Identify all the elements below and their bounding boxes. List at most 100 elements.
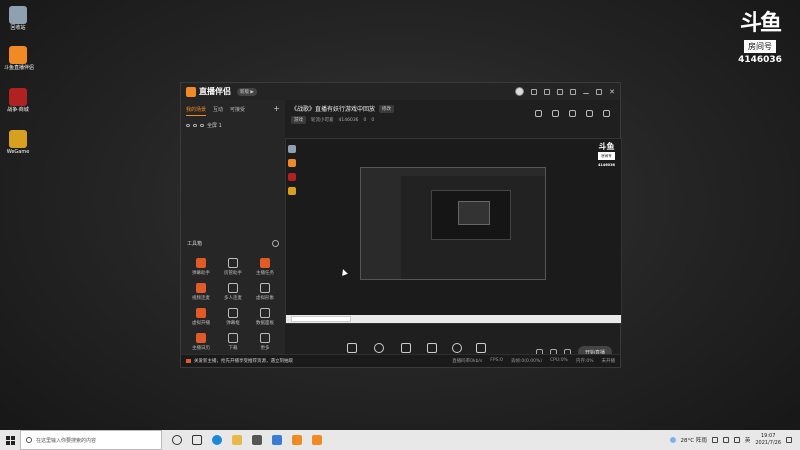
- windows-taskbar: 在这里输入你要搜索的内容 28°C 阵雨 英 19:07 2021/7/26: [0, 430, 800, 450]
- share-icon[interactable]: [603, 110, 610, 117]
- scene-name: 全屏 1: [207, 123, 222, 129]
- main-panel: 《战歌》直播有妖行游戏中回放 修改 游戏 轮流小可爱 4146036 0 0 斗…: [285, 100, 622, 367]
- tab-my-scenes[interactable]: 我的场景: [186, 106, 207, 116]
- mail-icon[interactable]: [272, 435, 282, 445]
- tab-accept[interactable]: 可接受: [230, 106, 245, 116]
- add-scene-icon[interactable]: +: [273, 105, 280, 116]
- version-badge[interactable]: 新版 ▶: [237, 87, 257, 96]
- tool-download[interactable]: 下载: [217, 333, 249, 351]
- app-brand: 直播伴侣 新版 ▶: [186, 86, 257, 97]
- bell-icon[interactable]: [586, 110, 593, 117]
- video-link-icon: [196, 283, 206, 293]
- clock[interactable]: 19:07 2021/7/26: [755, 433, 781, 447]
- room-number: 4146036: [738, 55, 782, 65]
- windows-icon: [5, 435, 15, 445]
- tool-more[interactable]: 更多: [249, 333, 281, 351]
- app-logo-icon: [186, 86, 196, 97]
- header-actions: [535, 110, 610, 117]
- camera-icon: [373, 343, 384, 353]
- preview-wegame-icon: [288, 187, 296, 195]
- shield-icon[interactable]: [557, 88, 564, 95]
- category-badge[interactable]: 游戏: [291, 116, 306, 124]
- cursor-icon: [340, 268, 348, 276]
- tab-interact[interactable]: 互动: [213, 106, 223, 116]
- refresh-icon[interactable]: [569, 110, 576, 117]
- preview-game-icon: [288, 173, 296, 181]
- more-tools-icon[interactable]: [272, 240, 279, 247]
- desktop-icon-douyu-assistant[interactable]: 斗鱼直播伴侣: [4, 46, 35, 72]
- notice-banner[interactable]: 关爱新主播，抢先开播享受推荐资源，遇立刻抽取: [186, 358, 293, 364]
- stream-preview[interactable]: 斗鱼 房间号 4146036: [285, 138, 622, 324]
- eye-icon[interactable]: [186, 124, 190, 127]
- fps-stat: FPS:0: [490, 358, 503, 363]
- phone-cast-icon: [400, 343, 411, 353]
- tool-calendar[interactable]: 主播日历: [185, 333, 217, 351]
- app-name: 直播伴侣: [199, 87, 231, 96]
- preview-nested-window: [360, 167, 546, 280]
- stream-stats: 直播码率0kb/s FPS:0 丢帧:0(0.00%) CPU:0% 内存:0%…: [452, 358, 615, 364]
- minimize-icon[interactable]: [583, 90, 590, 94]
- desktop-icon-label: 斗鱼直播伴侣: [4, 65, 35, 71]
- notice-text: 关爱新主播，抢先开播享受推荐资源，遇立刻抽取: [194, 359, 293, 364]
- media-icon: [427, 343, 438, 353]
- volume-icon[interactable]: [733, 437, 740, 443]
- task-view-icon[interactable]: [192, 435, 202, 445]
- desktop-icon-label: 回收站: [10, 25, 26, 31]
- skin-icon[interactable]: [544, 88, 551, 95]
- viewer-count: 0: [371, 117, 375, 123]
- announcement-icon: [186, 359, 191, 363]
- monitor-icon: [200, 124, 204, 127]
- douyu-taskbar-icon-2[interactable]: [312, 435, 322, 445]
- taskbar-search[interactable]: 在这里输入你要搜索的内容: [20, 430, 162, 450]
- menu-icon[interactable]: [570, 88, 577, 95]
- tool-danmu-box[interactable]: 弹幕框: [217, 308, 249, 326]
- maximize-icon[interactable]: [596, 88, 603, 95]
- close-icon[interactable]: ✕: [609, 88, 615, 95]
- chart-icon: [260, 308, 270, 318]
- network-icon[interactable]: [722, 437, 729, 443]
- desktop-icon-recycle-bin[interactable]: 回收站: [4, 6, 32, 32]
- toolbox-header: 工具箱: [187, 240, 279, 247]
- streamer-name: 轮流小可爱: [311, 118, 334, 123]
- desktop-icon-game-mall[interactable]: 战争·商城: [4, 88, 32, 114]
- cpu-stat: CPU:0%: [550, 358, 568, 363]
- dropped-frames-stat: 丢帧:0(0.00%): [510, 359, 543, 364]
- preview-desktop-icons: [288, 145, 298, 201]
- tool-video-link[interactable]: 视频连麦: [185, 283, 217, 301]
- douyu-watermark: 斗鱼 房间号 4146036: [730, 12, 790, 65]
- chevron-up-icon[interactable]: [711, 437, 718, 443]
- likes-count: 0: [363, 117, 367, 123]
- user-avatar[interactable]: [515, 87, 525, 96]
- edge-icon[interactable]: [212, 435, 222, 445]
- cortana-icon[interactable]: [172, 435, 182, 445]
- user-icon: [228, 258, 238, 268]
- virtual-icon: [196, 308, 206, 318]
- tool-danmu-assistant[interactable]: 弹幕助手: [185, 258, 217, 276]
- store-icon[interactable]: [252, 435, 262, 445]
- lock-icon[interactable]: [552, 110, 559, 117]
- message-icon[interactable]: [531, 88, 538, 95]
- preview-douyu-icon: [288, 159, 296, 167]
- weather-text[interactable]: 28°C 阵雨: [681, 436, 707, 444]
- file-explorer-icon[interactable]: [232, 435, 242, 445]
- tool-multi-link[interactable]: 多人连麦: [217, 283, 249, 301]
- scene-item[interactable]: 全屏 1: [181, 116, 285, 135]
- bitrate-stat: 直播码率0kb/s: [452, 359, 483, 364]
- desktop-icon-wegame[interactable]: WeGame: [4, 130, 32, 156]
- tool-virtual-live[interactable]: 虚拟开播: [185, 308, 217, 326]
- search-icon: [26, 437, 32, 443]
- douyu-taskbar-icon[interactable]: [292, 435, 302, 445]
- notification-icon[interactable]: [786, 437, 792, 443]
- tool-avatar[interactable]: 虚拟形象: [249, 283, 281, 301]
- tool-streamer-task[interactable]: 主播任务: [249, 258, 281, 276]
- preview-recycle-icon: [288, 145, 296, 153]
- edit-title-button[interactable]: 修改: [379, 104, 395, 113]
- input-language[interactable]: 英: [745, 436, 751, 444]
- gift-icon[interactable]: [535, 110, 542, 117]
- start-button[interactable]: [0, 430, 20, 450]
- left-panel: 我的场景 互动 可接受 + 全屏 1 工具箱 弹幕助手 房管助手 主播任务 视频…: [181, 100, 285, 367]
- danmu-icon: [196, 258, 206, 268]
- tool-room-admin[interactable]: 房管助手: [217, 258, 249, 276]
- lock-icon[interactable]: [193, 124, 197, 127]
- tool-data-panel[interactable]: 数据面板: [249, 308, 281, 326]
